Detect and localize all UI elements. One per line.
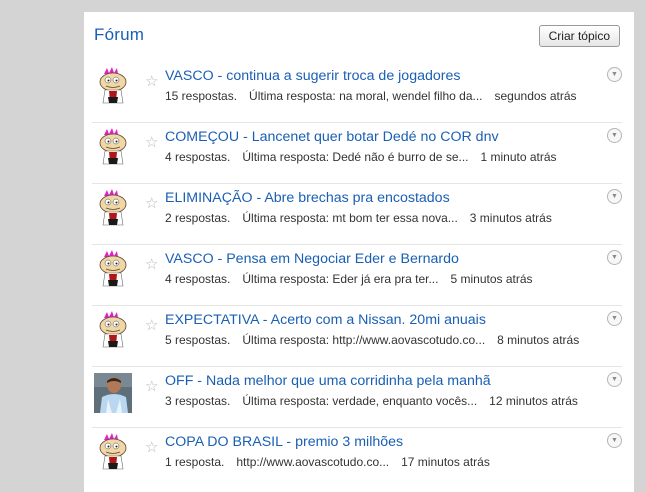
- reply-count: 3 respostas.: [165, 394, 231, 408]
- star-outline-icon[interactable]: ☆: [145, 316, 158, 336]
- timestamp: segundos atrás: [494, 89, 577, 103]
- topic-meta: 2 respostas. Última resposta: mt bom ter …: [165, 211, 552, 225]
- chevron-down-circle-icon[interactable]: ▼: [607, 67, 622, 82]
- topic-row: ☆ OFF - Nada melhor que uma corridinha pe…: [92, 367, 622, 428]
- topic-row: ☆ EXPECTATIVA - Acerto com a Nissan. 20mi…: [92, 306, 622, 367]
- topic-row: ☆ VASCO - Pensa em Negociar Eder e Bernar…: [92, 245, 622, 306]
- create-topic-button[interactable]: Criar tópico: [538, 25, 620, 47]
- reply-count: 2 respostas.: [165, 211, 231, 225]
- user-avatar[interactable]: [94, 67, 132, 105]
- last-reply-preview: Última resposta: http://www.aovascotudo.…: [242, 333, 486, 347]
- forum-title: Fórum: [94, 25, 145, 44]
- topic-title-link[interactable]: EXPECTATIVA - Acerto com a Nissan. 20mi …: [165, 312, 486, 328]
- user-avatar[interactable]: [94, 128, 132, 166]
- topic-meta: 15 respostas. Última resposta: na moral, …: [165, 89, 577, 103]
- user-avatar[interactable]: [94, 373, 132, 413]
- topic-title-link[interactable]: COPA DO BRASIL - premio 3 milhões: [165, 434, 403, 450]
- star-outline-icon[interactable]: ☆: [145, 377, 158, 397]
- user-avatar[interactable]: [94, 311, 132, 349]
- chevron-down-circle-icon[interactable]: ▼: [607, 128, 622, 143]
- star-outline-icon[interactable]: ☆: [145, 438, 158, 458]
- last-reply-preview: http://www.aovascotudo.co...: [236, 455, 390, 469]
- star-outline-icon[interactable]: ☆: [145, 133, 158, 153]
- star-outline-icon[interactable]: ☆: [145, 194, 158, 214]
- star-outline-icon[interactable]: ☆: [145, 255, 158, 275]
- chevron-down-circle-icon[interactable]: ▼: [607, 250, 622, 265]
- topic-title-link[interactable]: ELIMINAÇÃO - Abre brechas pra encostados: [165, 190, 450, 206]
- topic-row: ☆ VASCO - continua a sugerir troca de jog…: [92, 62, 622, 123]
- reply-count: 4 respostas.: [165, 272, 231, 286]
- chevron-down-circle-icon[interactable]: ▼: [607, 189, 622, 204]
- topic-row: ☆ COPA DO BRASIL - premio 3 milhões 1 resp…: [92, 428, 622, 488]
- topic-meta: 4 respostas. Última resposta: Eder já era…: [165, 272, 533, 286]
- star-outline-icon[interactable]: ☆: [145, 72, 158, 92]
- timestamp: 17 minutos atrás: [401, 455, 490, 469]
- topic-row: ☆ ELIMINAÇÃO - Abre brechas pra encostado…: [92, 184, 622, 245]
- reply-count: 15 respostas.: [165, 89, 238, 103]
- last-reply-preview: Última resposta: Eder já era pra ter...: [242, 272, 439, 286]
- topic-list: ☆ VASCO - continua a sugerir troca de jog…: [84, 62, 634, 488]
- reply-count: 5 respostas.: [165, 333, 231, 347]
- chevron-down-circle-icon[interactable]: ▼: [607, 311, 622, 326]
- user-avatar[interactable]: [94, 433, 132, 471]
- user-avatar[interactable]: [94, 189, 132, 227]
- topic-meta: 3 respostas. Última resposta: verdade, en…: [165, 394, 578, 408]
- topic-meta: 4 respostas. Última resposta: Dedé não é …: [165, 150, 557, 164]
- last-reply-preview: Última resposta: mt bom ter essa nova...: [242, 211, 458, 225]
- last-reply-preview: Última resposta: Dedé não é burro de se.…: [242, 150, 469, 164]
- topic-title-link[interactable]: COMEÇOU - Lancenet quer botar Dedé no CO…: [165, 129, 499, 145]
- topic-meta: 1 resposta. http://www.aovascotudo.co... 1…: [165, 455, 490, 469]
- timestamp: 1 minuto atrás: [480, 150, 557, 164]
- topic-title-link[interactable]: VASCO - Pensa em Negociar Eder e Bernard…: [165, 251, 459, 267]
- timestamp: 5 minutos atrás: [450, 272, 533, 286]
- reply-count: 4 respostas.: [165, 150, 231, 164]
- chevron-down-circle-icon[interactable]: ▼: [607, 372, 622, 387]
- chevron-down-circle-icon[interactable]: ▼: [607, 433, 622, 448]
- user-avatar[interactable]: [94, 250, 132, 288]
- topic-meta: 5 respostas. Última resposta: http://www.…: [165, 333, 579, 347]
- last-reply-preview: Última resposta: verdade, enquanto vocês…: [242, 394, 478, 408]
- topic-row: ☆ COMEÇOU - Lancenet quer botar Dedé no C…: [92, 123, 622, 184]
- timestamp: 8 minutos atrás: [497, 333, 580, 347]
- last-reply-preview: Última resposta: na moral, wendel filho …: [249, 89, 483, 103]
- forum-header: Fórum Criar tópico: [84, 12, 634, 62]
- topic-title-link[interactable]: OFF - Nada melhor que uma corridinha pel…: [165, 373, 491, 389]
- timestamp: 3 minutos atrás: [469, 211, 552, 225]
- timestamp: 12 minutos atrás: [489, 394, 578, 408]
- forum-panel: Fórum Criar tópico ☆ VASCO - continua a s…: [84, 12, 634, 492]
- reply-count: 1 resposta.: [165, 455, 225, 469]
- topic-title-link[interactable]: VASCO - continua a sugerir troca de joga…: [165, 68, 460, 84]
